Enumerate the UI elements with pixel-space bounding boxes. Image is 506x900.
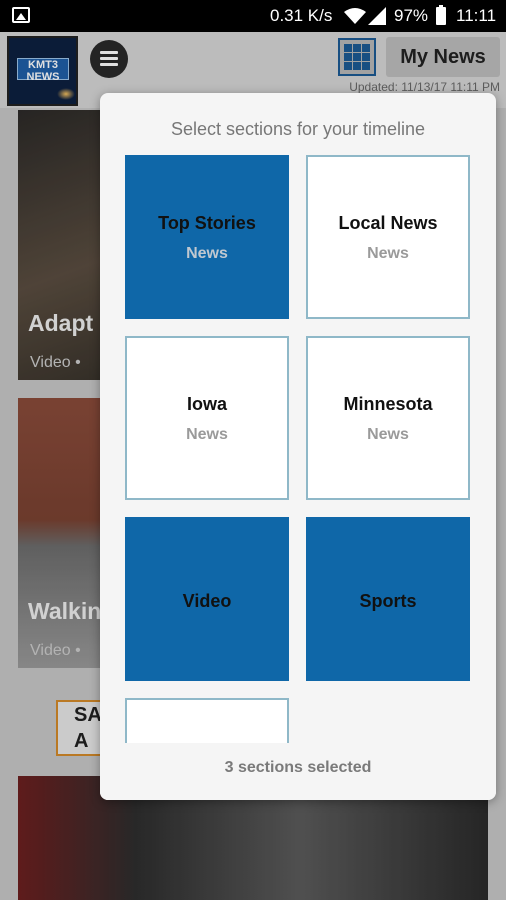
- section-category: News: [367, 426, 409, 443]
- selection-count: 3 sections selected: [224, 759, 372, 776]
- network-speed: 0.31 K/s: [270, 6, 333, 25]
- section-label: Local News: [338, 213, 438, 233]
- dialog-title: Select sections for your timeline: [170, 119, 426, 139]
- battery-percent: 97%: [394, 6, 429, 25]
- section-tile-sports[interactable]: Sports: [306, 517, 470, 681]
- section-category: News: [186, 245, 228, 262]
- section-label: Minnesota: [343, 394, 433, 414]
- clock: 11:11: [456, 6, 497, 25]
- section-tile-local-news[interactable]: Local News News: [306, 155, 470, 319]
- section-picker-dialog: Select sections for your timeline Top St…: [100, 93, 496, 800]
- section-tile-video[interactable]: Video: [125, 517, 289, 681]
- section-tile-partial[interactable]: [125, 698, 289, 743]
- section-tile-iowa[interactable]: Iowa News: [125, 336, 289, 500]
- screen: 0.31 K/s 97% 11:11 KMT3 NEWS My News Upd…: [0, 0, 506, 900]
- section-tile-minnesota[interactable]: Minnesota News: [306, 336, 470, 500]
- section-label: Video: [182, 591, 232, 611]
- section-label: Sports: [359, 591, 417, 611]
- dialog-footer: 3 sections selected: [100, 743, 496, 800]
- status-bar: 0.31 K/s 97% 11:11: [0, 0, 506, 32]
- wifi-icon: [344, 8, 366, 24]
- section-category: News: [186, 426, 228, 443]
- signal-icon: [368, 7, 386, 25]
- section-category: News: [367, 245, 409, 262]
- section-label: Top Stories: [158, 213, 256, 233]
- section-tile-top-stories[interactable]: Top Stories News: [125, 155, 289, 319]
- section-label: Iowa: [186, 394, 227, 414]
- battery-icon: [436, 5, 446, 25]
- image-notification-icon: [12, 7, 30, 23]
- section-grid: Top Stories News Local News News Iowa Ne…: [100, 153, 496, 743]
